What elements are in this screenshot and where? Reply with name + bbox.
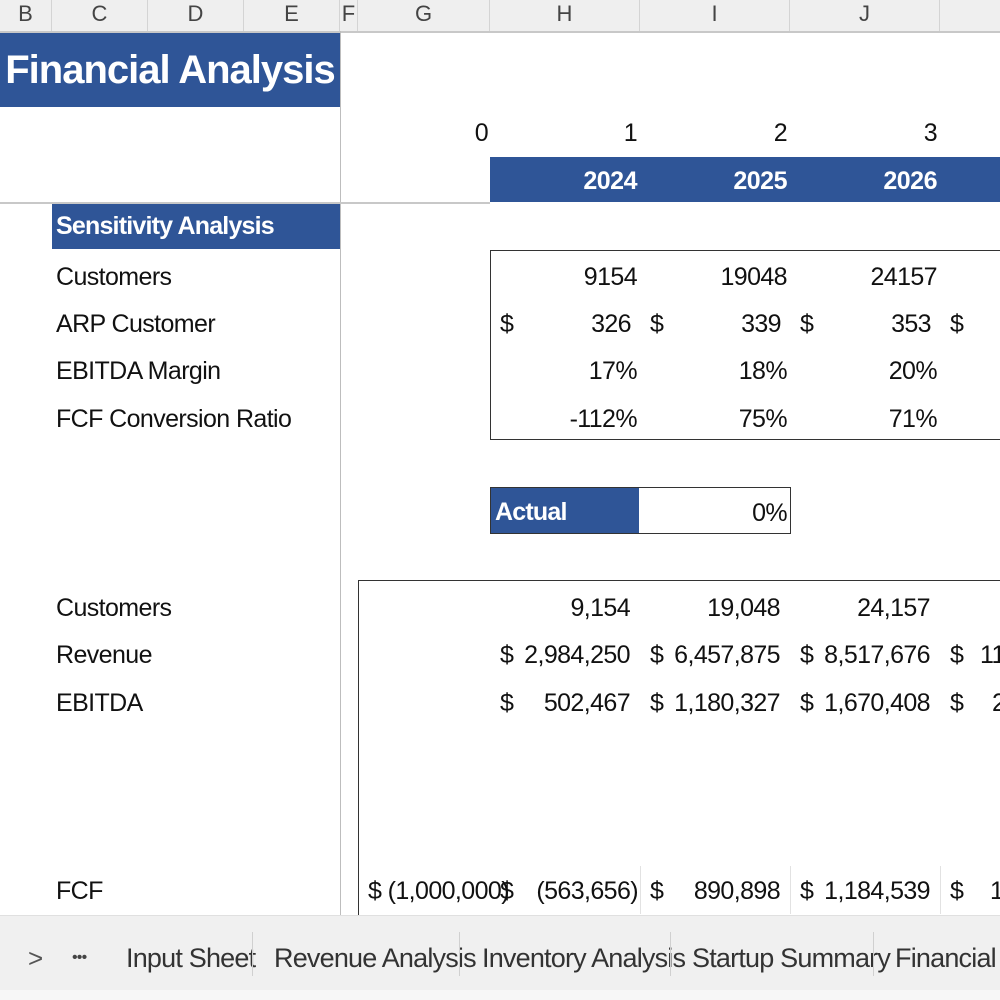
summary-ebitda-2025[interactable]: 1,180,327 bbox=[670, 688, 780, 718]
column-header-bar: B C D E F G H I J bbox=[0, 0, 1000, 33]
summary-label-revenue: Revenue bbox=[56, 641, 152, 669]
currency-symbol: $ bbox=[650, 877, 664, 905]
summary-ebitda-2024[interactable]: 502,467 bbox=[520, 688, 631, 718]
currency-symbol: $ bbox=[950, 877, 964, 905]
column-header-b[interactable]: B bbox=[0, 0, 52, 31]
sensitivity-label-fcf-conversion: FCF Conversion Ratio bbox=[56, 405, 292, 433]
tab-startup-summary[interactable]: Startup Summary bbox=[692, 916, 891, 1000]
currency-symbol: $ bbox=[500, 689, 514, 717]
summary-label-ebitda: EBITDA bbox=[56, 689, 143, 717]
sensitivity-arp-2025[interactable]: 339 bbox=[690, 309, 782, 339]
summary-ebitda-2026[interactable]: 1,670,408 bbox=[820, 688, 930, 718]
fcf-initial[interactable]: $ (1,000,000) bbox=[368, 876, 510, 906]
tab-separator bbox=[873, 932, 874, 976]
sheet-tab-bar: > ••• Input Sheet Revenue Analysis Inven… bbox=[0, 915, 1000, 1000]
tab-revenue-analysis[interactable]: Revenue Analysis bbox=[274, 916, 477, 1000]
column-header-d[interactable]: D bbox=[148, 0, 244, 31]
currency-symbol: $ bbox=[650, 310, 664, 338]
summary-table-box bbox=[358, 580, 1000, 925]
summary-revenue-2027-partial[interactable]: 11 bbox=[980, 640, 1000, 670]
sensitivity-customers-2024[interactable]: 9154 bbox=[540, 262, 638, 292]
tab-separator bbox=[670, 932, 671, 976]
column-header-h[interactable]: H bbox=[490, 0, 640, 31]
sensitivity-ebitda-margin-2026[interactable]: 20% bbox=[840, 356, 938, 386]
sensitivity-fcf-ratio-2026[interactable]: 71% bbox=[840, 404, 938, 434]
currency-symbol: $ bbox=[650, 689, 664, 717]
cell-divider bbox=[940, 866, 941, 914]
sensitivity-analysis-header: Sensitivity Analysis bbox=[52, 204, 340, 249]
cell-divider bbox=[790, 866, 791, 914]
tab-inventory-analysis[interactable]: Inventory Analysis bbox=[482, 916, 686, 1000]
column-header-k[interactable] bbox=[940, 0, 1000, 31]
sensitivity-ebitda-margin-2025[interactable]: 18% bbox=[690, 356, 788, 386]
sensitivity-customers-2026[interactable]: 24157 bbox=[840, 262, 937, 292]
column-header-i[interactable]: I bbox=[640, 0, 790, 31]
column-header-e[interactable]: E bbox=[244, 0, 340, 31]
period-index-3: 3 bbox=[923, 119, 938, 147]
period-index-1: 1 bbox=[623, 119, 638, 147]
sensitivity-label-customers: Customers bbox=[56, 263, 172, 291]
summary-customers-2024[interactable]: 9,154 bbox=[520, 593, 630, 623]
status-strip bbox=[0, 990, 1000, 1000]
sensitivity-arp-2024[interactable]: 326 bbox=[540, 309, 632, 339]
sensitivity-label-arp-customer: ARP Customer bbox=[56, 310, 216, 338]
fcf-2024[interactable]: (563,656) bbox=[520, 876, 638, 906]
tab-financial-statements[interactable]: Financial St bbox=[895, 916, 1000, 1000]
period-index-0: 0 bbox=[474, 119, 489, 147]
column-header-g[interactable]: G bbox=[358, 0, 490, 31]
summary-label-customers: Customers bbox=[56, 594, 172, 622]
column-header-f[interactable]: F bbox=[340, 0, 358, 31]
currency-symbol: $ bbox=[650, 641, 664, 669]
sensitivity-arp-2026[interactable]: 353 bbox=[840, 309, 932, 339]
sensitivity-customers-2025[interactable]: 19048 bbox=[690, 262, 787, 292]
column-header-j[interactable]: J bbox=[790, 0, 940, 31]
currency-symbol: $ bbox=[800, 310, 814, 338]
currency-symbol: $ bbox=[950, 641, 964, 669]
column-header-c[interactable]: C bbox=[52, 0, 148, 31]
year-2026: 2026 bbox=[883, 167, 937, 195]
year-2025: 2025 bbox=[733, 167, 787, 195]
period-index-2: 2 bbox=[773, 119, 788, 147]
sensitivity-label-ebitda-margin: EBITDA Margin bbox=[56, 357, 221, 385]
summary-customers-2026[interactable]: 24,157 bbox=[820, 593, 930, 623]
currency-symbol: $ bbox=[800, 641, 814, 669]
summary-ebitda-2027-partial[interactable]: 2 bbox=[992, 688, 1000, 718]
summary-revenue-2025[interactable]: 6,457,875 bbox=[670, 640, 780, 670]
summary-label-fcf: FCF bbox=[56, 877, 103, 905]
currency-symbol: $ bbox=[950, 310, 964, 338]
sensitivity-fcf-ratio-2024[interactable]: -112% bbox=[540, 404, 638, 434]
next-sheet-arrow-icon[interactable]: > bbox=[28, 916, 43, 1000]
fcf-2025[interactable]: 890,898 bbox=[670, 876, 781, 906]
currency-symbol: $ bbox=[950, 689, 964, 717]
summary-revenue-2026[interactable]: 8,517,676 bbox=[820, 640, 930, 670]
currency-symbol: $ bbox=[500, 877, 514, 905]
tab-separator bbox=[459, 932, 460, 976]
summary-revenue-2024[interactable]: 2,984,250 bbox=[520, 640, 630, 670]
summary-customers-2025[interactable]: 19,048 bbox=[670, 593, 780, 623]
cell-divider bbox=[640, 866, 641, 914]
actual-value[interactable]: 0% bbox=[640, 498, 788, 528]
year-2024: 2024 bbox=[583, 167, 637, 195]
more-sheets-icon[interactable]: ••• bbox=[72, 916, 87, 1000]
currency-symbol: $ bbox=[500, 641, 514, 669]
fcf-2026[interactable]: 1,184,539 bbox=[820, 876, 930, 906]
currency-symbol: $ bbox=[500, 310, 514, 338]
freeze-pane-vertical bbox=[340, 31, 341, 915]
actual-label: Actual bbox=[491, 488, 639, 533]
sensitivity-fcf-ratio-2025[interactable]: 75% bbox=[690, 404, 788, 434]
currency-symbol: $ bbox=[800, 877, 814, 905]
page-title: Financial Analysis bbox=[0, 33, 340, 107]
tab-input-sheet[interactable]: Input Sheet bbox=[126, 916, 256, 1000]
fcf-2027-partial[interactable]: 1 bbox=[990, 876, 1000, 906]
currency-symbol: $ bbox=[800, 689, 814, 717]
tab-separator bbox=[252, 932, 253, 976]
sensitivity-ebitda-margin-2024[interactable]: 17% bbox=[540, 356, 638, 386]
